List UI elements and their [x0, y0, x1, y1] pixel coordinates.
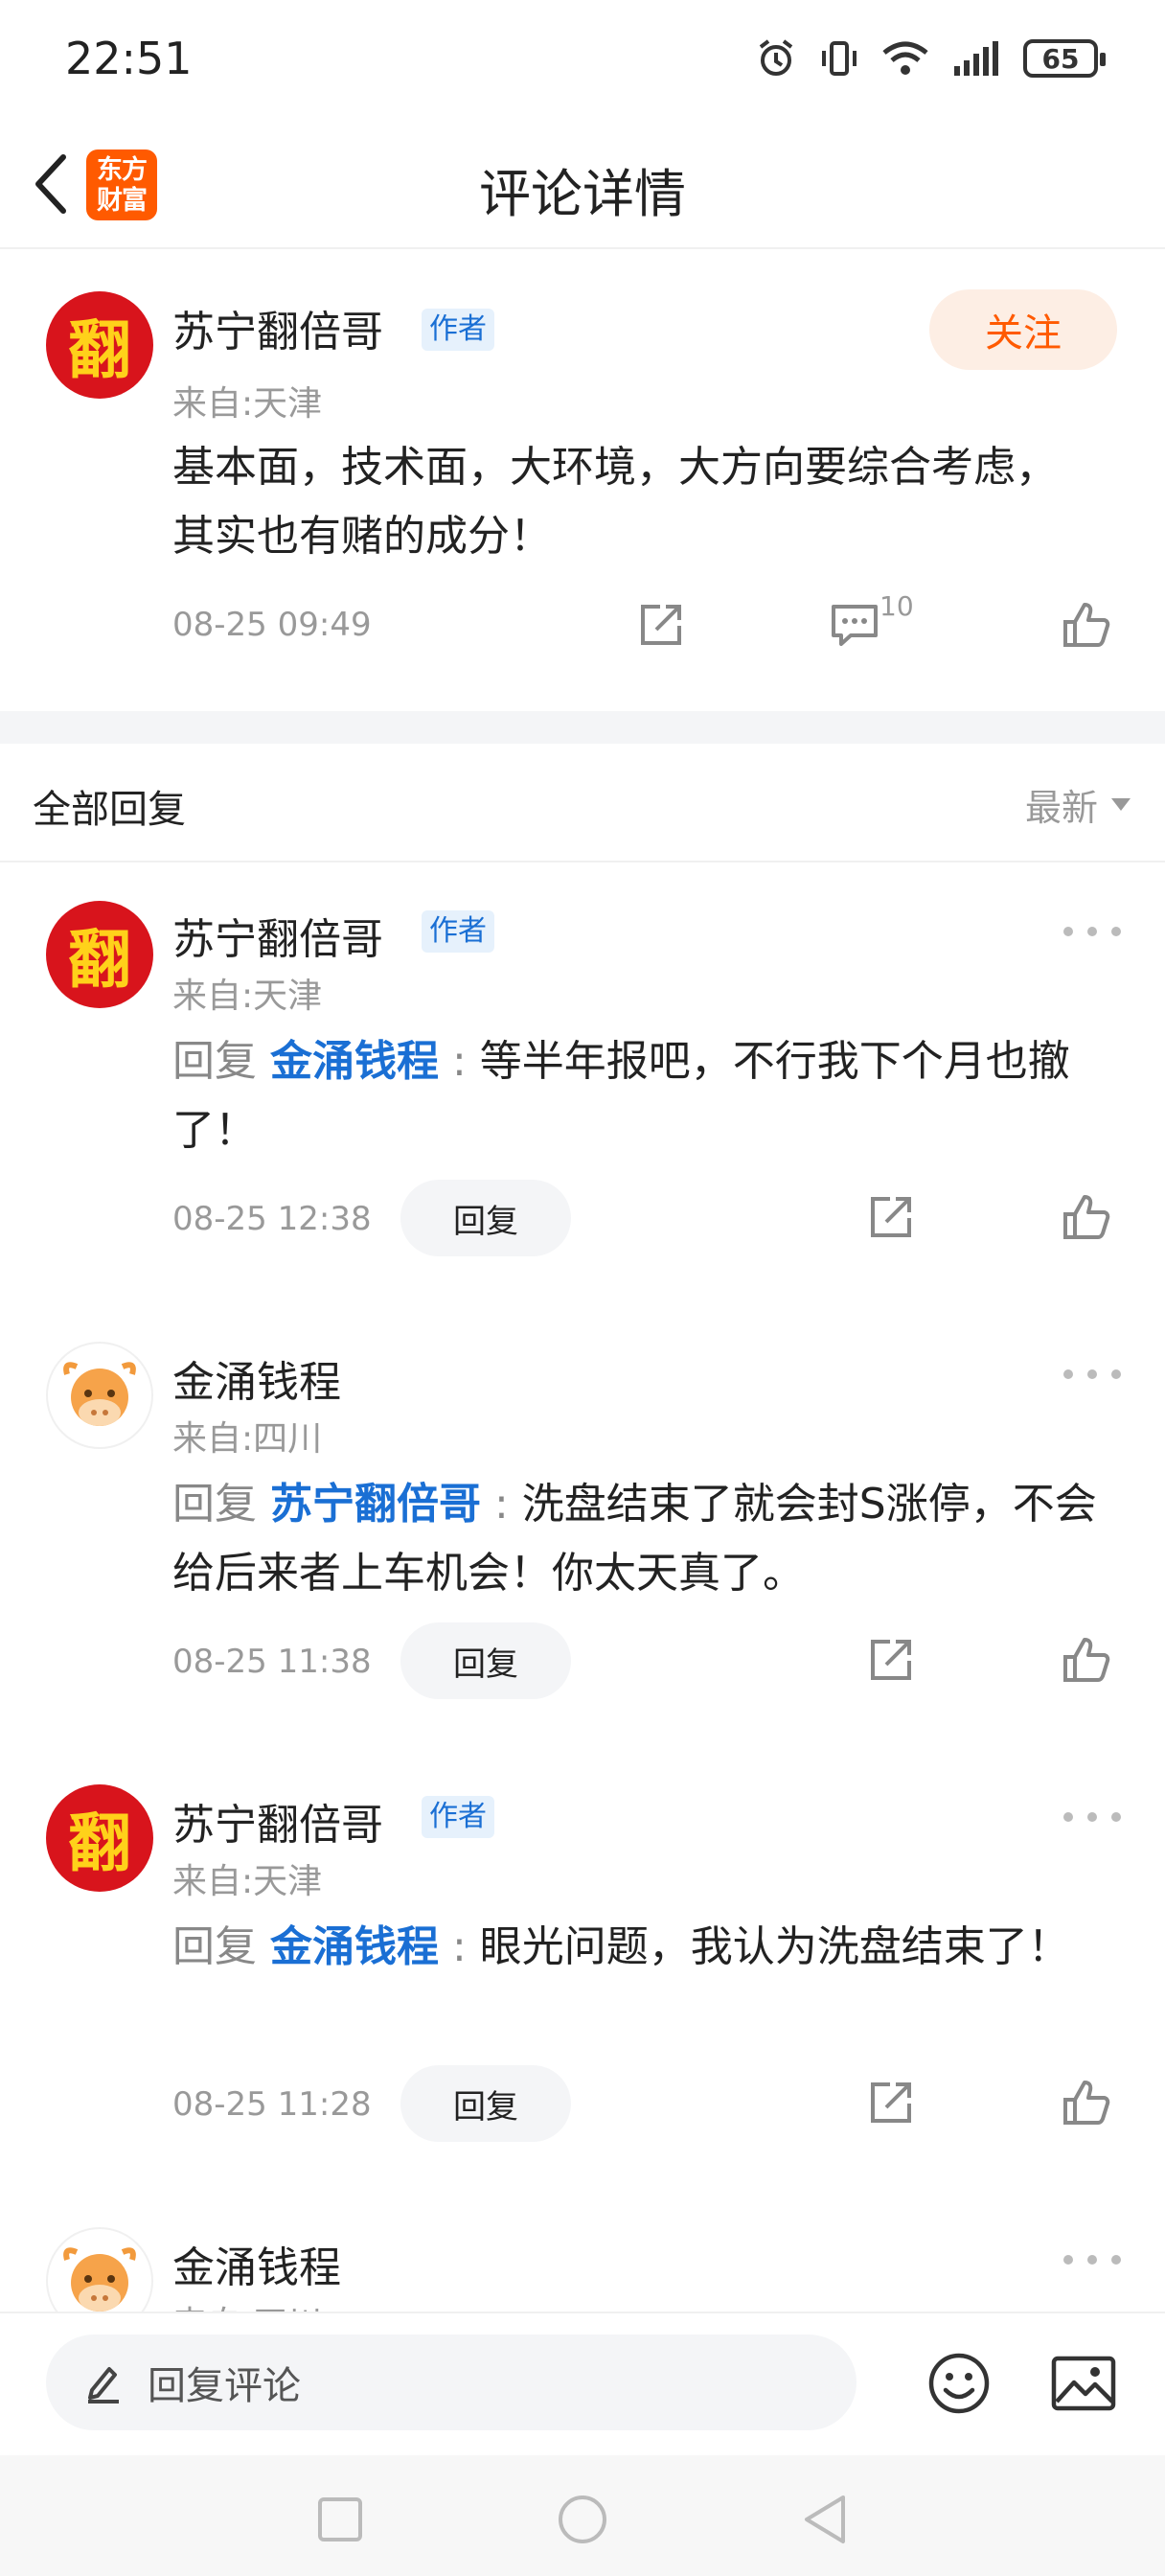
author-badge: 作者: [422, 910, 494, 953]
emoji-icon: [928, 2353, 990, 2414]
comment-text: 基本面，技术面，大环境，大方向要综合考虑，其实也有赌的成分！: [172, 443, 1058, 561]
reply-text: 回复 金涌钱程 : 等半年报吧，不行我下个月也撤了！: [172, 1027, 1121, 1165]
image-icon: [1051, 2356, 1116, 2411]
status-icons: 65: [755, 34, 1106, 82]
reply-button[interactable]: 回复: [400, 2065, 571, 2142]
like-button[interactable]: [1058, 2074, 1115, 2131]
ox-avatar-icon: [63, 1362, 136, 1426]
reply-prefix: 回复: [172, 1922, 270, 1971]
status-bar: 22:51 65: [0, 0, 1165, 115]
location: 来自:天津: [172, 977, 323, 1016]
share-button[interactable]: [862, 1631, 920, 1689]
share-icon: [641, 605, 681, 645]
reply-text: 回复 苏宁翻倍哥 : 洗盘结束了就会封S涨停，不会给后来者上车机会！你太天真了。: [172, 1470, 1121, 1608]
share-icon: [871, 2082, 911, 2123]
share-button[interactable]: [862, 1188, 920, 1246]
battery-icon: 65: [1023, 39, 1106, 78]
avatar[interactable]: 翻: [46, 901, 153, 1008]
location: 来自:天津: [172, 384, 323, 424]
share-icon: [871, 1640, 911, 1680]
follow-button[interactable]: 关注: [929, 289, 1117, 370]
username[interactable]: 苏宁翻倍哥: [172, 905, 383, 966]
share-icon: [871, 1197, 911, 1237]
reply-button[interactable]: 回复: [400, 1180, 571, 1256]
app-logo[interactable]: 东方 财富: [86, 150, 157, 220]
reply-text: 回复 金涌钱程 : 眼光问题，我认为洗盘结束了！: [172, 1913, 1121, 1982]
replies-section-header: 全部回复 最新: [0, 744, 1165, 862]
alarm-icon: [759, 39, 793, 76]
share-button[interactable]: [862, 2074, 920, 2131]
avatar[interactable]: 翻: [46, 1784, 153, 1892]
reply-input[interactable]: 回复评论: [46, 2334, 857, 2430]
comment-time: 08-25 09:49: [172, 606, 372, 644]
nav-circle-icon: [559, 2496, 606, 2543]
caret-down-icon: [1111, 798, 1131, 811]
pencil-icon: [88, 2367, 119, 2404]
like-button[interactable]: [1058, 1631, 1115, 1689]
like-button[interactable]: [1058, 1188, 1115, 1246]
avatar[interactable]: 翻: [46, 291, 153, 399]
reply-prefix: 回复: [172, 1037, 270, 1086]
reply-target-link[interactable]: 金涌钱程: [270, 1037, 439, 1086]
reply-button[interactable]: 回复: [400, 1622, 571, 1699]
ox-avatar-icon: [63, 2247, 136, 2312]
more-button[interactable]: [1063, 1355, 1121, 1393]
sort-button[interactable]: 最新: [1025, 778, 1131, 831]
nav-back-icon: [805, 2496, 845, 2543]
comment-button[interactable]: [826, 596, 883, 654]
page-title: 评论详情: [479, 164, 686, 224]
username[interactable]: 金涌钱程: [172, 1347, 341, 1409]
more-button[interactable]: [1063, 2241, 1121, 2279]
reply-colon: :: [481, 1480, 522, 1529]
vibrate-icon: [822, 41, 857, 76]
username[interactable]: 金涌钱程: [172, 2233, 341, 2294]
like-icon: [1063, 2081, 1110, 2125]
nav-back-button[interactable]: [791, 2486, 858, 2553]
reply-time: 08-25 11:38: [172, 1643, 372, 1681]
back-arrow-icon: [35, 154, 66, 214]
more-button[interactable]: [1063, 1798, 1121, 1836]
status-time: 22:51: [65, 33, 193, 84]
wifi-icon: [882, 41, 928, 75]
reply-count: 10: [879, 590, 914, 622]
reply-target-link[interactable]: 金涌钱程: [270, 1922, 439, 1971]
comment-icon: [832, 605, 878, 646]
section-title: 全部回复: [33, 788, 186, 832]
location: 来自:四川: [172, 1419, 323, 1459]
reply-prefix: 回复: [172, 1480, 270, 1529]
like-icon: [1063, 603, 1110, 647]
header: 东方 财富 评论详情: [0, 125, 1165, 249]
nav-square-icon: [318, 2497, 362, 2542]
author-badge: 作者: [422, 1796, 494, 1838]
sort-label: 最新: [1024, 787, 1098, 829]
image-button[interactable]: [1050, 2354, 1117, 2413]
reply-content: 眼光问题，我认为洗盘结束了！: [479, 1922, 1070, 1971]
home-button[interactable]: [549, 2486, 616, 2553]
username[interactable]: 苏宁翻倍哥: [172, 1790, 383, 1852]
author-badge: 作者: [422, 309, 494, 351]
more-button[interactable]: [1063, 912, 1121, 951]
like-icon: [1063, 1195, 1110, 1239]
reply-colon: :: [439, 1922, 480, 1971]
reply-time: 08-25 11:28: [172, 2085, 372, 2124]
recent-apps-button[interactable]: [307, 2486, 374, 2553]
reply-time: 08-25 12:38: [172, 1200, 372, 1238]
reply-target-link[interactable]: 苏宁翻倍哥: [270, 1480, 481, 1529]
avatar[interactable]: [46, 1342, 153, 1449]
bottom-bar: 回复评论: [0, 2312, 1165, 2455]
share-button[interactable]: [632, 596, 690, 654]
reply-colon: :: [439, 1037, 480, 1086]
username[interactable]: 苏宁翻倍哥: [172, 297, 383, 358]
system-nav-bar: [0, 2455, 1165, 2576]
like-button[interactable]: [1058, 596, 1115, 654]
back-button[interactable]: [23, 146, 80, 222]
emoji-button[interactable]: [925, 2350, 993, 2417]
signal-icon: [954, 41, 998, 76]
section-divider: [0, 711, 1165, 744]
location: 来自:天津: [172, 1862, 323, 1901]
reply-input-placeholder: 回复评论: [148, 2364, 301, 2408]
like-icon: [1063, 1638, 1110, 1682]
